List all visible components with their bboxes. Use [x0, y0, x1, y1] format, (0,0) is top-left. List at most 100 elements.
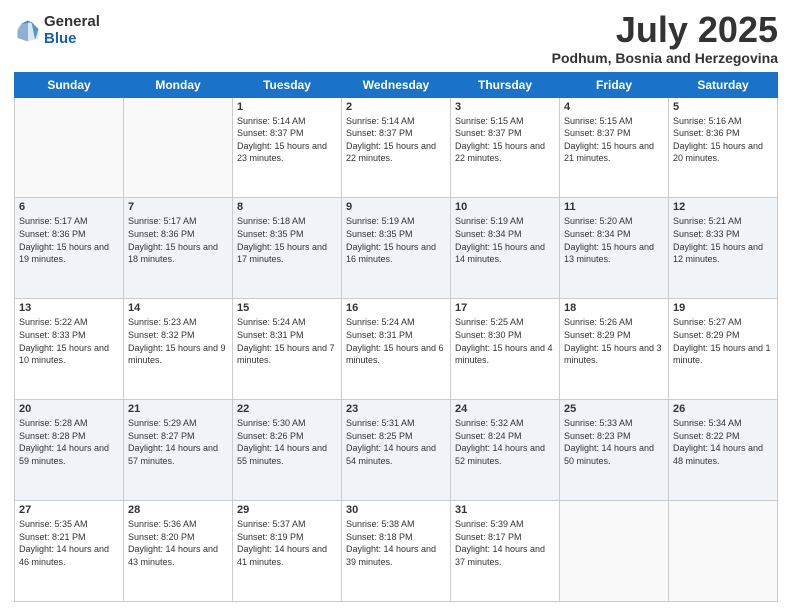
- location: Podhum, Bosnia and Herzegovina: [552, 50, 778, 66]
- col-friday: Friday: [560, 72, 669, 97]
- day-number: 10: [455, 201, 555, 213]
- day-info: Sunrise: 5:39 AM Sunset: 8:17 PM Dayligh…: [455, 518, 555, 568]
- day-info: Sunrise: 5:38 AM Sunset: 8:18 PM Dayligh…: [346, 518, 446, 568]
- calendar-cell: 11Sunrise: 5:20 AM Sunset: 8:34 PM Dayli…: [560, 198, 669, 299]
- day-info: Sunrise: 5:19 AM Sunset: 8:35 PM Dayligh…: [346, 215, 446, 265]
- col-tuesday: Tuesday: [233, 72, 342, 97]
- calendar-cell: 15 Sunrise: 5:24 AM Sunset: 8:31 PM Dayli…: [233, 299, 342, 400]
- calendar-week-row: 13Sunrise: 5:22 AM Sunset: 8:33 PM Dayli…: [15, 299, 778, 400]
- day-info: Sunrise: 5:34 AM Sunset: 8:22 PM Dayligh…: [673, 417, 773, 467]
- calendar-cell: 14 Sunrise: 5:23 AM Sunset: 8:32 PM Dayli…: [124, 299, 233, 400]
- calendar-cell: 22 Sunrise: 5:30 AM Sunset: 8:26 PM Dayli…: [233, 400, 342, 501]
- day-info: Sunrise: 5:17 AM Sunset: 8:36 PM Dayligh…: [128, 215, 228, 265]
- calendar-cell: 31Sunrise: 5:39 AM Sunset: 8:17 PM Dayli…: [451, 501, 560, 602]
- day-number: 25: [564, 403, 664, 415]
- day-number: 14: [128, 302, 228, 314]
- day-info: Sunrise: 5:36 AM Sunset: 8:20 PM Dayligh…: [128, 518, 228, 568]
- day-info: Sunrise: 5:24 AM Sunset: 8:31 PM Dayligh…: [346, 316, 446, 366]
- calendar-cell: 5Sunrise: 5:16 AM Sunset: 8:36 PM Daylig…: [669, 97, 778, 198]
- day-number: 2: [346, 101, 446, 113]
- day-number: 26: [673, 403, 773, 415]
- day-info: Sunrise: 5:23 AM Sunset: 8:32 PM Dayligh…: [128, 316, 228, 366]
- calendar-cell: 25Sunrise: 5:33 AM Sunset: 8:23 PM Dayli…: [560, 400, 669, 501]
- calendar-cell: [124, 97, 233, 198]
- calendar-cell: 6 Sunrise: 5:17 AM Sunset: 8:36 PM Daylig…: [15, 198, 124, 299]
- col-monday: Monday: [124, 72, 233, 97]
- title-area: July 2025 Podhum, Bosnia and Herzegovina: [552, 10, 778, 66]
- day-info: Sunrise: 5:15 AM Sunset: 8:37 PM Dayligh…: [564, 115, 664, 165]
- calendar-cell: 24 Sunrise: 5:32 AM Sunset: 8:24 PM Dayli…: [451, 400, 560, 501]
- calendar-cell: 20 Sunrise: 5:28 AM Sunset: 8:28 PM Dayli…: [15, 400, 124, 501]
- logo-general-text: General: [44, 14, 100, 31]
- calendar-cell: 23 Sunrise: 5:31 AM Sunset: 8:25 PM Dayli…: [342, 400, 451, 501]
- day-number: 4: [564, 101, 664, 113]
- day-info: Sunrise: 5:20 AM Sunset: 8:34 PM Dayligh…: [564, 215, 664, 265]
- day-number: 20: [19, 403, 119, 415]
- page: General Blue July 2025 Podhum, Bosnia an…: [0, 0, 792, 612]
- calendar-cell: 29 Sunrise: 5:37 AM Sunset: 8:19 PM Dayli…: [233, 501, 342, 602]
- day-info: Sunrise: 5:18 AM Sunset: 8:35 PM Dayligh…: [237, 215, 337, 265]
- calendar-week-row: 6 Sunrise: 5:17 AM Sunset: 8:36 PM Daylig…: [15, 198, 778, 299]
- calendar-week-row: 27 Sunrise: 5:35 AM Sunset: 8:21 PM Dayli…: [15, 501, 778, 602]
- calendar-cell: [15, 97, 124, 198]
- calendar-cell: 2 Sunrise: 5:14 AM Sunset: 8:37 PM Daylig…: [342, 97, 451, 198]
- month-title: July 2025: [552, 10, 778, 50]
- col-sunday: Sunday: [15, 72, 124, 97]
- day-info: Sunrise: 5:32 AM Sunset: 8:24 PM Dayligh…: [455, 417, 555, 467]
- day-number: 1: [237, 101, 337, 113]
- day-info: Sunrise: 5:14 AM Sunset: 8:37 PM Dayligh…: [346, 115, 446, 165]
- col-wednesday: Wednesday: [342, 72, 451, 97]
- day-info: Sunrise: 5:16 AM Sunset: 8:36 PM Dayligh…: [673, 115, 773, 165]
- day-info: Sunrise: 5:17 AM Sunset: 8:36 PM Dayligh…: [19, 215, 119, 265]
- calendar-cell: 28 Sunrise: 5:36 AM Sunset: 8:20 PM Dayli…: [124, 501, 233, 602]
- calendar-cell: 4 Sunrise: 5:15 AM Sunset: 8:37 PM Daylig…: [560, 97, 669, 198]
- day-number: 24: [455, 403, 555, 415]
- day-info: Sunrise: 5:22 AM Sunset: 8:33 PM Dayligh…: [19, 316, 119, 366]
- day-number: 16: [346, 302, 446, 314]
- day-number: 8: [237, 201, 337, 213]
- day-number: 23: [346, 403, 446, 415]
- day-info: Sunrise: 5:27 AM Sunset: 8:29 PM Dayligh…: [673, 316, 773, 366]
- day-info: Sunrise: 5:29 AM Sunset: 8:27 PM Dayligh…: [128, 417, 228, 467]
- day-number: 28: [128, 504, 228, 516]
- calendar-cell: 8 Sunrise: 5:18 AM Sunset: 8:35 PM Daylig…: [233, 198, 342, 299]
- calendar-cell: 10 Sunrise: 5:19 AM Sunset: 8:34 PM Dayli…: [451, 198, 560, 299]
- calendar-cell: [669, 501, 778, 602]
- calendar-cell: 16 Sunrise: 5:24 AM Sunset: 8:31 PM Dayli…: [342, 299, 451, 400]
- day-info: Sunrise: 5:30 AM Sunset: 8:26 PM Dayligh…: [237, 417, 337, 467]
- day-info: Sunrise: 5:37 AM Sunset: 8:19 PM Dayligh…: [237, 518, 337, 568]
- day-info: Sunrise: 5:19 AM Sunset: 8:34 PM Dayligh…: [455, 215, 555, 265]
- day-number: 21: [128, 403, 228, 415]
- col-saturday: Saturday: [669, 72, 778, 97]
- day-number: 30: [346, 504, 446, 516]
- day-number: 15: [237, 302, 337, 314]
- day-number: 29: [237, 504, 337, 516]
- calendar-cell: 9Sunrise: 5:19 AM Sunset: 8:35 PM Daylig…: [342, 198, 451, 299]
- day-info: Sunrise: 5:15 AM Sunset: 8:37 PM Dayligh…: [455, 115, 555, 165]
- calendar-cell: 18Sunrise: 5:26 AM Sunset: 8:29 PM Dayli…: [560, 299, 669, 400]
- logo-blue-text: Blue: [44, 31, 100, 48]
- day-info: Sunrise: 5:26 AM Sunset: 8:29 PM Dayligh…: [564, 316, 664, 366]
- logo: General Blue: [14, 14, 100, 47]
- calendar-cell: 12Sunrise: 5:21 AM Sunset: 8:33 PM Dayli…: [669, 198, 778, 299]
- col-thursday: Thursday: [451, 72, 560, 97]
- day-number: 6: [19, 201, 119, 213]
- day-info: Sunrise: 5:35 AM Sunset: 8:21 PM Dayligh…: [19, 518, 119, 568]
- day-number: 7: [128, 201, 228, 213]
- day-info: Sunrise: 5:28 AM Sunset: 8:28 PM Dayligh…: [19, 417, 119, 467]
- calendar-week-row: 20 Sunrise: 5:28 AM Sunset: 8:28 PM Dayli…: [15, 400, 778, 501]
- calendar-cell: 17 Sunrise: 5:25 AM Sunset: 8:30 PM Dayli…: [451, 299, 560, 400]
- calendar-cell: 13Sunrise: 5:22 AM Sunset: 8:33 PM Dayli…: [15, 299, 124, 400]
- day-number: 27: [19, 504, 119, 516]
- logo-text: General Blue: [44, 14, 100, 47]
- day-info: Sunrise: 5:31 AM Sunset: 8:25 PM Dayligh…: [346, 417, 446, 467]
- day-info: Sunrise: 5:24 AM Sunset: 8:31 PM Dayligh…: [237, 316, 337, 366]
- day-number: 22: [237, 403, 337, 415]
- day-number: 17: [455, 302, 555, 314]
- day-info: Sunrise: 5:25 AM Sunset: 8:30 PM Dayligh…: [455, 316, 555, 366]
- calendar-cell: 3Sunrise: 5:15 AM Sunset: 8:37 PM Daylig…: [451, 97, 560, 198]
- day-number: 12: [673, 201, 773, 213]
- day-info: Sunrise: 5:14 AM Sunset: 8:37 PM Dayligh…: [237, 115, 337, 165]
- calendar-table: Sunday Monday Tuesday Wednesday Thursday…: [14, 72, 778, 602]
- calendar-cell: 30 Sunrise: 5:38 AM Sunset: 8:18 PM Dayli…: [342, 501, 451, 602]
